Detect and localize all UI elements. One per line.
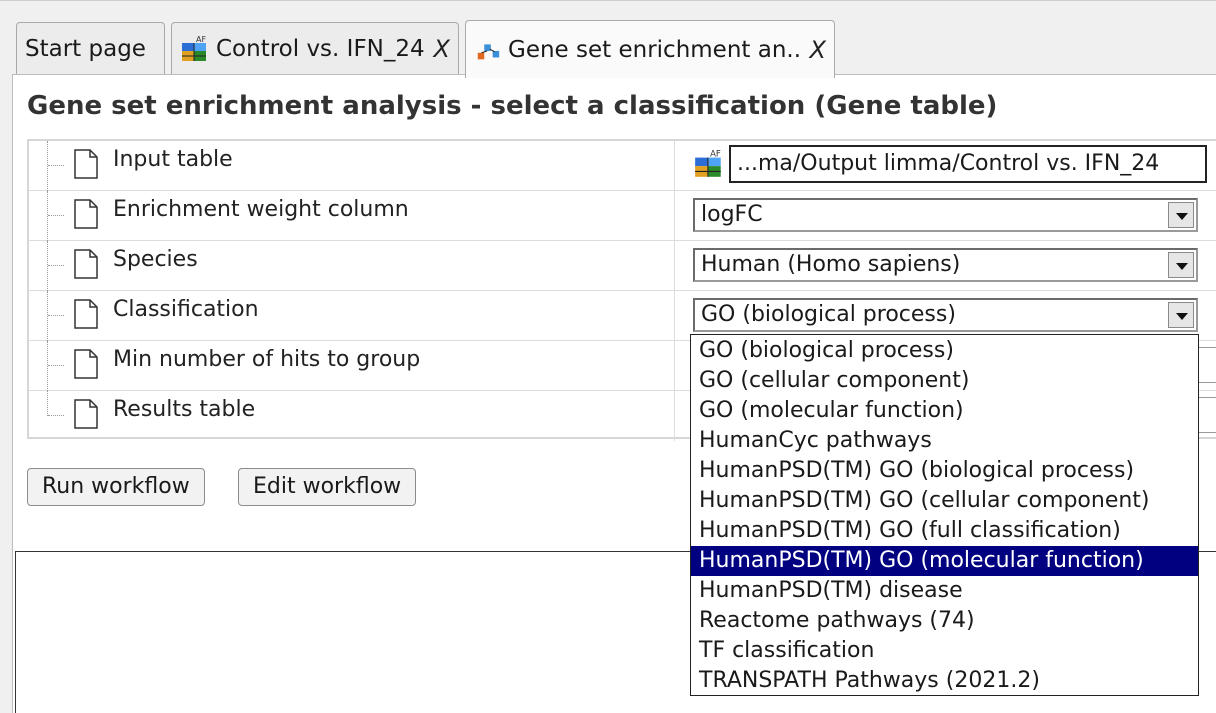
tab-gene-set-enrichment[interactable]: Gene set enrichment an... X xyxy=(465,20,835,78)
input-table-field[interactable]: ...ma/Output limma/Control vs. IFN_24 xyxy=(729,145,1207,183)
document-icon xyxy=(74,299,98,329)
chevron-down-icon[interactable] xyxy=(1168,202,1194,228)
select-value: GO (biological process) xyxy=(701,302,956,327)
param-label-cell: Min number of hits to group xyxy=(29,341,675,391)
classification-dropdown-list[interactable]: GO (biological process) GO (cellular com… xyxy=(690,334,1199,696)
tree-connector xyxy=(47,141,49,191)
param-label: Results table xyxy=(113,397,256,422)
document-icon xyxy=(74,199,98,229)
tree-connector xyxy=(48,315,64,316)
tree-connector xyxy=(47,391,49,416)
tab-control-vs-ifn[interactable]: AF Control vs. IFN_24 X xyxy=(171,22,459,74)
tree-connector xyxy=(47,191,49,241)
tab-label: Control vs. IFN_24 xyxy=(216,35,424,62)
param-label: Species xyxy=(113,247,198,272)
dropdown-option[interactable]: HumanPSD(TM) GO (cellular component) xyxy=(691,486,1198,516)
tab-label: Gene set enrichment an... xyxy=(508,36,800,63)
enrichment-weight-select[interactable]: logFC xyxy=(693,198,1198,232)
tree-connector xyxy=(48,415,64,416)
tab-start-page[interactable]: Start page xyxy=(16,22,165,74)
table-icon: AF xyxy=(695,150,721,177)
workflow-icon xyxy=(477,43,500,59)
table-icon: AF xyxy=(182,35,206,61)
select-value: Human (Homo sapiens) xyxy=(701,252,961,277)
tab-bar: Start page AF Control vs. IFN_24 X Gene … xyxy=(0,0,1216,78)
param-label-cell: Enrichment weight column xyxy=(29,191,675,241)
tree-connector xyxy=(47,241,49,291)
dropdown-option[interactable]: GO (molecular function) xyxy=(691,396,1198,426)
dropdown-option[interactable]: GO (cellular component) xyxy=(691,366,1198,396)
svg-text:AF: AF xyxy=(710,150,721,160)
param-label-cell: Input table xyxy=(29,141,675,191)
close-icon[interactable]: X xyxy=(434,35,450,63)
tree-connector xyxy=(47,291,49,341)
classification-select[interactable]: GO (biological process) xyxy=(693,298,1198,332)
dropdown-option[interactable]: TRANSPATH Pathways (2021.2) xyxy=(691,666,1198,696)
tree-connector xyxy=(48,365,64,366)
run-workflow-button[interactable]: Run workflow xyxy=(27,468,205,506)
dropdown-option[interactable]: HumanPSD(TM) disease xyxy=(691,576,1198,606)
species-select[interactable]: Human (Homo sapiens) xyxy=(693,248,1198,282)
close-icon[interactable]: X xyxy=(810,36,826,64)
chevron-down-icon[interactable] xyxy=(1168,252,1194,278)
param-label: Classification xyxy=(113,297,259,322)
chevron-down-icon[interactable] xyxy=(1168,302,1194,328)
param-label-cell: Results table xyxy=(29,391,675,441)
document-icon xyxy=(74,149,98,179)
param-label: Min number of hits to group xyxy=(113,347,421,372)
param-label-cell: Species xyxy=(29,241,675,291)
param-label: Input table xyxy=(113,147,233,172)
tab-label: Start page xyxy=(25,35,146,62)
dropdown-option[interactable]: HumanPSD(TM) GO (full classification) xyxy=(691,516,1198,546)
param-label-cell: Classification xyxy=(29,291,675,341)
param-row-input-table: Input table AF ...ma/Output limma/Contro… xyxy=(29,141,1216,191)
dropdown-option[interactable]: HumanCyc pathways xyxy=(691,426,1198,456)
tree-connector xyxy=(48,165,64,166)
dropdown-option[interactable]: TF classification xyxy=(691,636,1198,666)
svg-text:AF: AF xyxy=(196,35,206,44)
param-label: Enrichment weight column xyxy=(113,197,409,222)
tree-connector xyxy=(48,215,64,216)
param-row-enrichment-weight: Enrichment weight column logFC xyxy=(29,191,1216,241)
page-title: Gene set enrichment analysis - select a … xyxy=(27,91,998,121)
dropdown-option[interactable]: HumanPSD(TM) GO (biological process) xyxy=(691,456,1198,486)
dropdown-option-highlighted[interactable]: HumanPSD(TM) GO (molecular function) xyxy=(691,546,1198,576)
dropdown-option[interactable]: Reactome pathways (74) xyxy=(691,606,1198,636)
document-icon xyxy=(74,349,98,379)
param-row-species: Species Human (Homo sapiens) xyxy=(29,241,1216,291)
tree-connector xyxy=(47,341,49,391)
document-icon xyxy=(74,399,98,429)
tree-connector xyxy=(48,265,64,266)
edit-workflow-button[interactable]: Edit workflow xyxy=(238,468,417,506)
dropdown-option[interactable]: GO (biological process) xyxy=(691,336,1198,366)
document-icon xyxy=(74,249,98,279)
select-value: logFC xyxy=(701,202,763,227)
